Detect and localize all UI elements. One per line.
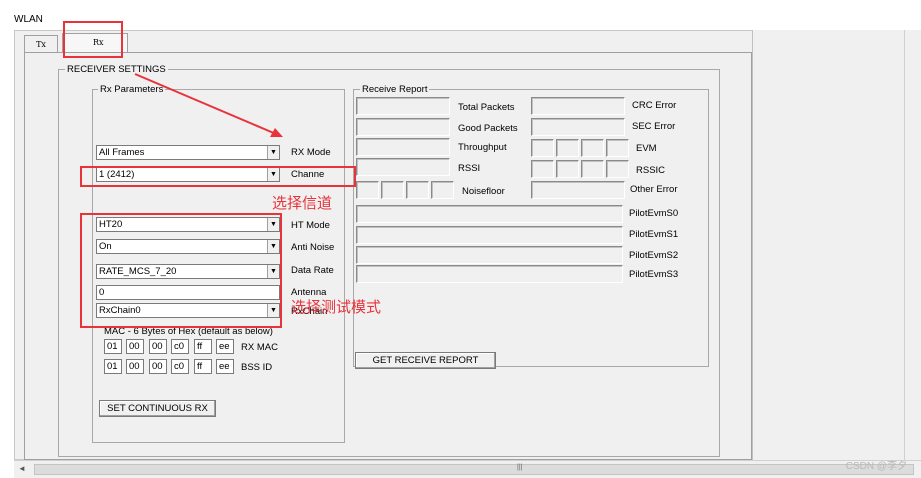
annotation-select-test-mode: 选择测试模式: [291, 298, 382, 316]
watermark: CSDN @李夕: [845, 461, 907, 472]
annotation-arrow-icon: [134, 73, 283, 137]
annotation-select-channel: 选择信道: [272, 194, 333, 212]
